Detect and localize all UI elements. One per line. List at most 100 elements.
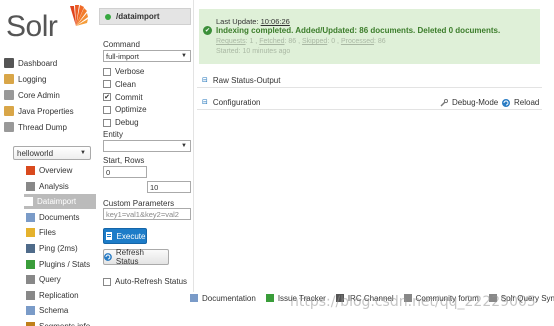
command-select[interactable]: full-import ▼: [103, 50, 191, 62]
nav-item-label: Dashboard: [18, 58, 58, 68]
handler-label: /dataimport: [116, 12, 160, 21]
requests-label: Requests: [216, 38, 246, 45]
last-update: Last Update: 10:06:26: [216, 17, 290, 26]
last-update-time: 10:06:26: [260, 17, 290, 26]
sidebar: Solr Dashboard Logging Core Admin Java Prop…: [0, 0, 96, 326]
checkbox-box: [103, 67, 111, 76]
started-text: Started: 10 minutes ago: [216, 48, 291, 55]
collapse-icon: ⊟: [202, 99, 208, 106]
checkbox-box: [103, 118, 111, 127]
core-menu-replication[interactable]: Replication: [26, 288, 96, 303]
refresh-label: Refresh Status: [115, 248, 144, 266]
clean-checkbox[interactable]: Clean: [103, 79, 136, 90]
reload-button[interactable]: Reload: [502, 98, 539, 107]
rows-input[interactable]: 10: [147, 181, 191, 193]
java-icon: [4, 106, 14, 116]
dataimport-handler[interactable]: /dataimport: [99, 8, 191, 25]
core-menu-query[interactable]: Query: [26, 272, 96, 287]
core-menu-dataimport[interactable]: Dataimport: [24, 194, 96, 210]
core-menu-label: Documents: [39, 212, 80, 222]
verbose-checkbox[interactable]: Verbose: [103, 66, 144, 77]
requests-value: : 1 ,: [245, 38, 260, 45]
raw-status-section[interactable]: ⊟ Raw Status-Output: [197, 73, 542, 88]
start-input[interactable]: 0: [103, 166, 147, 178]
chevron-down-icon: ▼: [181, 53, 187, 59]
refresh-status-button[interactable]: Refresh Status: [103, 248, 169, 266]
solr-logo[interactable]: Solr: [6, 4, 91, 44]
core-menu-label: Files: [39, 228, 56, 238]
core-menu-segments-info[interactable]: Segments info: [26, 319, 96, 326]
sun-icon: [70, 5, 88, 26]
reload-label: Reload: [514, 98, 540, 107]
configuration-label: Configuration: [212, 97, 261, 107]
core-selector[interactable]: helloworld ▼: [13, 146, 91, 160]
status-dot-icon: [105, 13, 111, 20]
optimize-checkbox[interactable]: Optimize: [103, 104, 147, 115]
checkmark-icon: ✔: [103, 93, 111, 102]
core-menu-files[interactable]: Files: [26, 225, 96, 240]
core-menu-plugins-stats[interactable]: Plugins / Stats: [26, 257, 96, 272]
logging-icon: [4, 74, 14, 84]
core-menu-ping-2ms[interactable]: Ping (2ms): [26, 241, 96, 256]
bug-icon: [265, 294, 274, 302]
core-menu-label: Ping (2ms): [39, 244, 78, 253]
auto-refresh-label: Auto-Refresh Status: [115, 277, 188, 286]
checkbox-box: [103, 80, 111, 89]
auto-refresh-checkbox[interactable]: Auto-Refresh Status: [103, 276, 187, 287]
nav-item-dashboard[interactable]: Dashboard: [4, 55, 94, 71]
core-menu-label: Segments info: [39, 322, 90, 326]
status-panel: Last Update: 10:06:26 ✔ Indexing complet…: [199, 9, 540, 64]
custom-params-label: Custom Parameters: [103, 199, 175, 208]
nav-item-core-admin[interactable]: Core Admin: [4, 87, 94, 103]
debug-mode-button[interactable]: Debug-Mode: [440, 98, 498, 107]
plugins-icon: [26, 259, 35, 269]
wrench-icon: [440, 98, 448, 106]
core-menu-documents[interactable]: Documents: [26, 210, 96, 225]
core-menu-label: Replication: [39, 290, 79, 300]
nav-item-label: Core Admin: [18, 90, 60, 100]
execute-label: Execute: [116, 231, 146, 241]
execute-button[interactable]: Execute: [103, 228, 147, 244]
command-value: full-import: [106, 51, 139, 61]
schema-icon: [26, 306, 35, 316]
nav-item-java-properties[interactable]: Java Properties: [4, 103, 94, 119]
debug-checkbox[interactable]: Debug: [103, 117, 139, 128]
ping-icon: [26, 244, 35, 253]
debug-mode-label: Debug-Mode: [452, 98, 499, 107]
entity-select[interactable]: ▼: [103, 140, 191, 152]
watermark: https://blog.csdn.net/qq_22229005: [290, 294, 536, 310]
status-message-text: Indexing completed. Added/Updated: 86 do…: [216, 26, 501, 35]
core-menu-label: Analysis: [39, 181, 69, 191]
dashboard-icon: [4, 58, 14, 68]
footer-link-documentation[interactable]: Documentation: [190, 294, 256, 303]
fetched-value: : 86 ,: [284, 38, 303, 45]
nav-item-label: Thread Dump: [18, 122, 67, 132]
core-menu-schema[interactable]: Schema: [26, 303, 96, 318]
nav-item-logging[interactable]: Logging: [4, 71, 94, 87]
skipped-label: Skipped: [302, 38, 328, 45]
replication-icon: [26, 290, 35, 300]
option-label: Clean: [115, 79, 136, 89]
custom-params-input[interactable]: key1=val1&key2=val2: [103, 208, 191, 220]
logo-text: Solr: [6, 10, 58, 43]
core-menu-overview[interactable]: Overview: [26, 163, 96, 178]
column-divider: [193, 0, 194, 292]
checkbox-box: [103, 105, 111, 114]
core-menu-analysis[interactable]: Analysis: [26, 179, 96, 194]
processed-value: : 86: [374, 38, 386, 45]
option-label: Optimize: [115, 105, 147, 115]
overview-icon: [26, 166, 35, 175]
commit-checkbox[interactable]: ✔ Commit: [103, 92, 143, 103]
status-message: ✔ Indexing completed. Added/Updated: 86 …: [203, 26, 500, 35]
core-admin-icon: [4, 90, 14, 100]
nav-item-thread-dump[interactable]: Thread Dump: [4, 119, 94, 135]
refresh-icon: [502, 98, 510, 107]
segments-icon: [26, 322, 35, 326]
documents-icon: [26, 212, 35, 222]
refresh-icon: [104, 253, 112, 261]
option-label: Commit: [115, 92, 143, 102]
files-icon: [26, 228, 35, 238]
query-icon: [26, 275, 35, 285]
processed-label: Processed: [340, 38, 375, 45]
status-counts: Requests: 1 , Fetched: 86 , Skipped: 0 ,…: [216, 38, 386, 45]
